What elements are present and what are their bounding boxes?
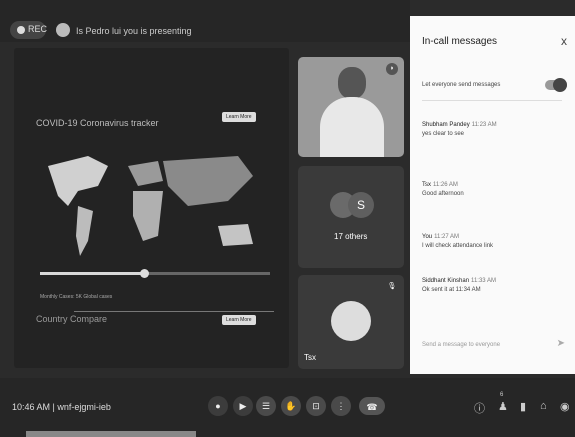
- more-options-icon[interactable]: ⋮: [331, 396, 351, 416]
- mic-icon[interactable]: ●: [208, 396, 228, 416]
- recording-label: REC: [28, 24, 48, 34]
- avatar-initial: S: [348, 192, 374, 218]
- raise-hand-icon[interactable]: ✋: [281, 396, 301, 416]
- person-body: [320, 97, 384, 157]
- timeline-handle[interactable]: [139, 269, 149, 278]
- messages-toggle[interactable]: [545, 78, 567, 92]
- chat-icon[interactable]: ▮: [520, 400, 526, 413]
- avatar: [331, 301, 371, 341]
- camera-icon[interactable]: ▶: [233, 396, 253, 416]
- captions-icon[interactable]: ☰: [256, 396, 276, 416]
- participant-name: Tsx: [304, 353, 316, 362]
- message-time: 11:26 AM: [433, 182, 458, 188]
- share-title: COVID-19 Coronavirus tracker: [36, 118, 159, 128]
- message-time: 11:33 AM: [471, 278, 496, 284]
- share-subtitle: Country Compare: [36, 314, 108, 324]
- toggle-label: Let everyone send messages: [422, 82, 501, 88]
- top-bar: REC Is Pedro lui you is presenting: [0, 0, 410, 42]
- chat-message: Siddhant Kinshan 11:33 AM Ok sent it at 1…: [422, 278, 567, 293]
- message-text: yes clear to see: [422, 131, 465, 137]
- chat-title: In-call messages: [422, 36, 498, 47]
- chat-message: Tsx 11:26 AM Good afternoon: [422, 182, 567, 197]
- message-text: I will check attendance link: [422, 243, 494, 249]
- activities-icon[interactable]: ⌂: [540, 400, 547, 412]
- timeline-slider[interactable]: [40, 269, 270, 278]
- people-icon[interactable]: 6 ♟: [498, 392, 508, 413]
- send-icon[interactable]: ➤: [557, 338, 565, 349]
- divider: [74, 311, 274, 312]
- sender-name: Shubham Pandey: [422, 122, 470, 128]
- chat-panel: In-call messages x Let everyone send mes…: [410, 16, 575, 374]
- others-tile[interactable]: S 17 others: [298, 166, 404, 268]
- chat-message: You 11:27 AM I will check attendance link: [422, 234, 567, 249]
- message-time: 11:23 AM: [471, 122, 497, 128]
- recording-badge: REC: [10, 21, 48, 39]
- participant-video-tile[interactable]: ◗: [298, 57, 404, 157]
- participant-tile-tsx[interactable]: 🎙 Tsx: [298, 275, 404, 369]
- info-icon[interactable]: ⓘ: [474, 400, 485, 416]
- others-label: 17 others: [334, 232, 368, 241]
- mic-off-icon: 🎙: [387, 283, 397, 290]
- share-button-a[interactable]: Learn More: [222, 112, 256, 122]
- share-button-b[interactable]: Learn More: [222, 315, 256, 325]
- mic-icon: ◗: [386, 63, 398, 75]
- chat-input[interactable]: Send a message to everyone: [422, 342, 500, 348]
- chat-message: Shubham Pandey 11:23 AM yes clear to see: [422, 122, 567, 137]
- sender-name: Siddhant Kinshan: [422, 278, 470, 284]
- presenter-avatar: [56, 23, 70, 37]
- lock-icon[interactable]: ◉: [560, 400, 570, 413]
- shared-screen: COVID-19 Coronavirus tracker Learn More …: [14, 48, 289, 368]
- timeline-progress: [40, 272, 144, 275]
- message-text: Ok sent it at 11:34 AM: [422, 287, 481, 293]
- message-time: 11:27 AM: [434, 234, 460, 240]
- present-icon[interactable]: ⊡: [306, 396, 326, 416]
- scroll-strip: [26, 431, 196, 437]
- world-map: [48, 156, 253, 256]
- close-icon[interactable]: x: [561, 34, 567, 48]
- record-dot-icon: [17, 26, 25, 34]
- share-caption: Monthly Cases: 5K Global cases: [40, 294, 113, 300]
- people-count-badge: 6: [500, 392, 504, 398]
- sender-name: You: [422, 234, 433, 240]
- meeting-time-code: 10:46 AM | wnf-ejgmi-ieb: [12, 402, 111, 412]
- end-call-button[interactable]: ☎: [359, 397, 385, 415]
- message-text: Good afternoon: [422, 191, 464, 197]
- sender-name: Tsx: [422, 182, 431, 188]
- bottom-bar: 10:46 AM | wnf-ejgmi-ieb ● ▶ ☰ ✋ ⊡ ⋮ ☎ ⓘ…: [0, 378, 575, 437]
- person-head: [338, 67, 366, 99]
- presenter-text: Is Pedro lui you is presenting: [76, 26, 192, 36]
- divider: [422, 100, 562, 101]
